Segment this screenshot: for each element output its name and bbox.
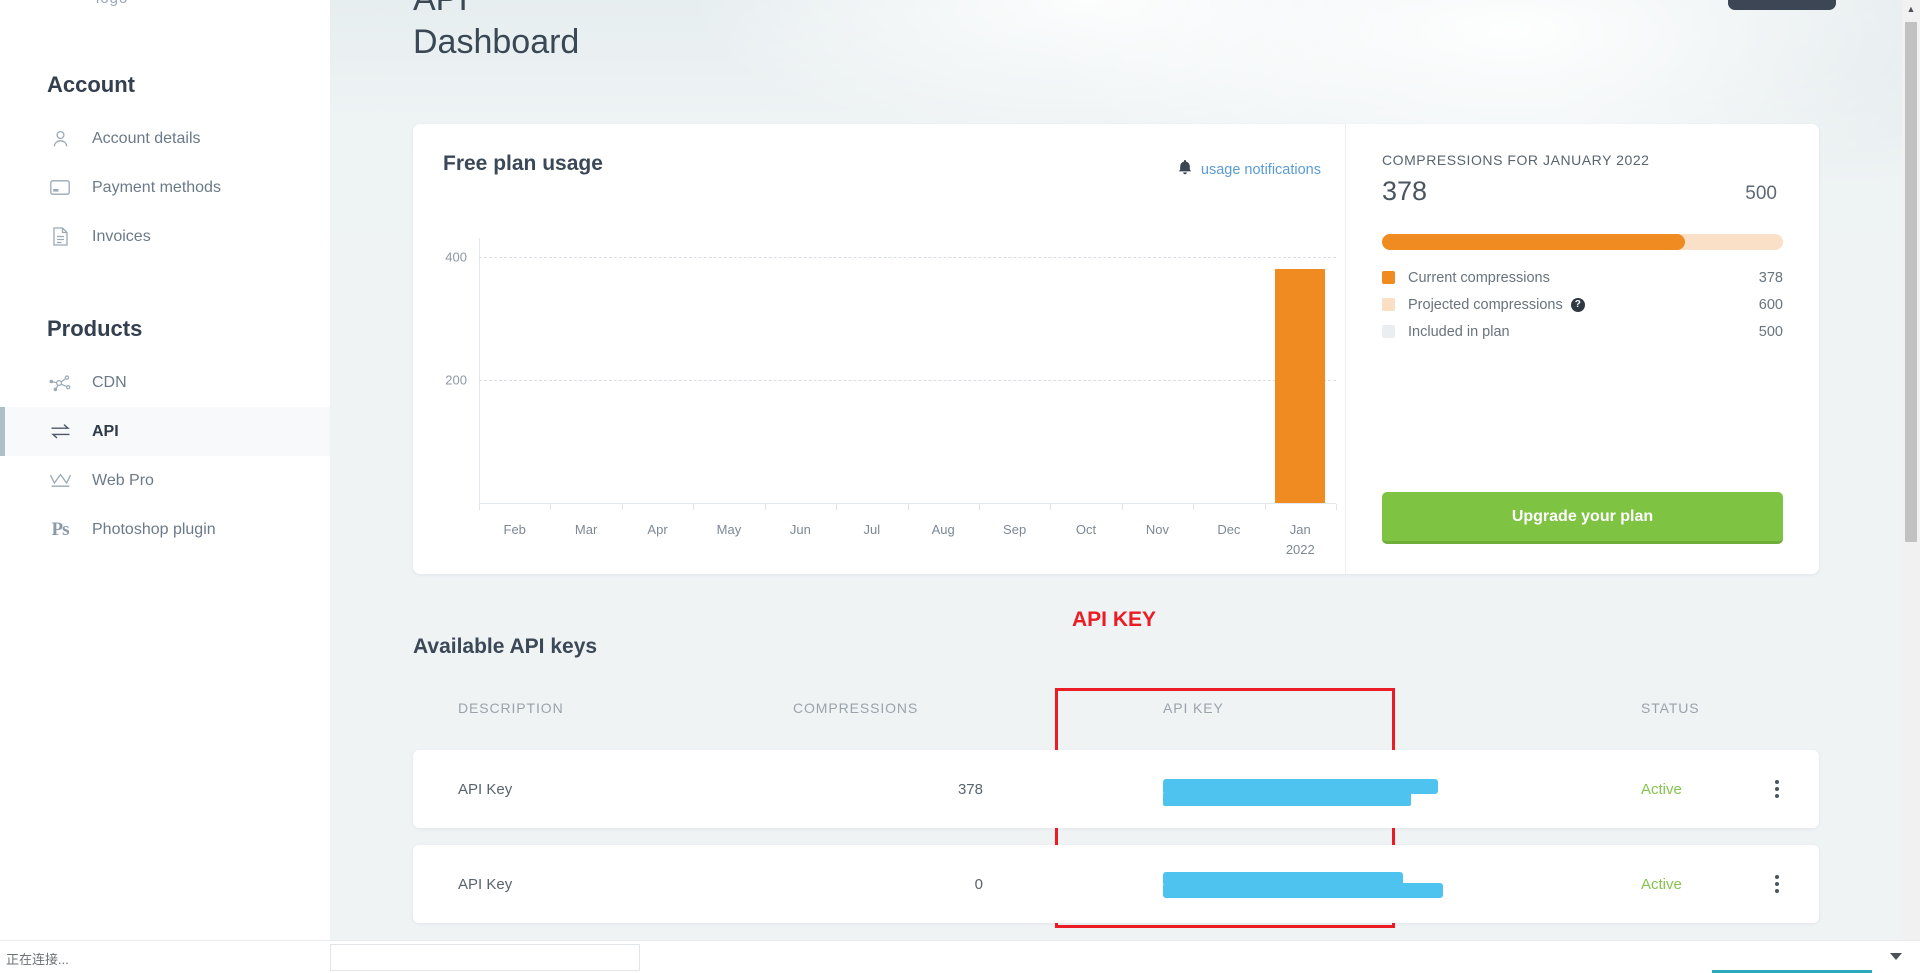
row-compressions: 0	[974, 875, 983, 893]
column-header-compressions: COMPRESSIONS	[793, 700, 919, 716]
row-description: API Key	[458, 875, 513, 893]
usage-summary-column: COMPRESSIONS FOR JANUARY 2022 378 500 Cu…	[1345, 124, 1819, 574]
table-row[interactable]: API Key 378 Active	[413, 750, 1819, 828]
row-kebab-menu[interactable]	[1693, 780, 1819, 798]
table-row[interactable]: API Key 0 Active	[413, 845, 1819, 923]
x-tick-label: Nov	[1145, 522, 1170, 537]
x-tick-label: Aug	[931, 522, 955, 537]
document-icon	[47, 226, 73, 248]
x-tick-label: Dec	[1217, 522, 1241, 537]
free-plan-usage-card: Free plan usage usage notifications 200 …	[413, 124, 1819, 574]
page-title: API Dashboard	[413, 0, 580, 61]
column-header-status: STATUS	[1641, 700, 1700, 716]
legend-row: Projected compressions? 600	[1382, 291, 1783, 318]
sidebar-item-label: API	[92, 422, 119, 440]
sidebar-item-label: Account details	[92, 129, 201, 147]
usage-progress-track	[1382, 234, 1783, 250]
sidebar-item-label: Payment methods	[92, 178, 221, 196]
kebab-menu-icon	[1775, 875, 1779, 893]
summary-used-value: 378	[1382, 176, 1428, 206]
legend-label: Included in plan	[1408, 323, 1510, 340]
transfer-icon	[47, 421, 73, 443]
x-tick-label: Feb	[503, 522, 526, 537]
legend-label: Current compressions	[1408, 269, 1550, 286]
taskbar-field[interactable]	[330, 944, 640, 971]
sidebar-item-photoshop-plugin[interactable]: Ps Photoshop plugin	[0, 505, 330, 554]
sidebar-item-cdn[interactable]: CDN	[0, 358, 330, 407]
sidebar-logo: logo	[96, 0, 128, 7]
api-keys-heading: Available API keys	[413, 635, 598, 658]
column-header-description: DESCRIPTION	[458, 700, 564, 716]
legend-value: 378	[1758, 269, 1783, 286]
bell-icon	[1178, 160, 1192, 179]
card-heading: Free plan usage	[443, 152, 603, 175]
status-text: 正在连接...	[6, 952, 69, 967]
sidebar-item-web-pro[interactable]: Web Pro	[0, 456, 330, 505]
x-tick-label: Mar	[574, 522, 598, 537]
sidebar-item-label: Web Pro	[92, 471, 154, 489]
x-tick-label: Sep	[1003, 522, 1027, 537]
network-icon	[47, 372, 73, 394]
usage-notifications-link[interactable]: usage notifications	[1178, 160, 1321, 179]
sidebar-item-account-details[interactable]: Account details	[0, 114, 330, 163]
credit-card-icon	[47, 177, 73, 199]
redaction-overlay	[1163, 792, 1411, 806]
usage-legend: Current compressions 378 Projected compres…	[1382, 264, 1783, 345]
redaction-overlay	[1163, 883, 1443, 898]
usage-bar-chart: 200 400 Feb Mar Apr May Jun Jul Aug Sep Oct Nov Dec…	[413, 224, 1345, 557]
legend-value: 500	[1758, 323, 1783, 340]
sidebar-item-invoices[interactable]: Invoices	[0, 212, 330, 261]
legend-swatch	[1382, 325, 1395, 338]
sidebar-item-payment-methods[interactable]: Payment methods	[0, 163, 330, 212]
upgrade-plan-button[interactable]: Upgrade your plan	[1382, 492, 1783, 544]
chevron-down-icon[interactable]	[1890, 953, 1902, 960]
scrollbar-thumb[interactable]	[1905, 22, 1917, 542]
legend-swatch	[1382, 271, 1395, 284]
sidebar-section-account: Account Account details Payment methods …	[0, 72, 330, 261]
sidebar-section-products: Products CDN API Web Pro Ps Photoshop pl…	[0, 316, 330, 554]
legend-value: 600	[1758, 296, 1783, 313]
legend-label: Projected compressions?	[1408, 297, 1759, 313]
photoshop-icon: Ps	[51, 518, 70, 540]
chart-x-tick-labels: Feb Mar Apr May Jun Jul Aug Sep Oct Nov Dec Jan 202…	[413, 224, 1345, 557]
sidebar-item-label: CDN	[92, 373, 127, 391]
x-tick-label: Jul	[863, 522, 881, 537]
legend-row: Current compressions 378	[1382, 264, 1783, 291]
legend-swatch	[1382, 298, 1395, 311]
browser-taskbar: 正在连接...	[0, 940, 1920, 973]
usage-notifications-label: usage notifications	[1200, 161, 1321, 178]
sidebar-item-label: Invoices	[92, 227, 151, 245]
sidebar-section-title-products: Products	[47, 316, 143, 341]
row-kebab-menu[interactable]	[1693, 875, 1819, 893]
row-status: Active	[1641, 875, 1682, 893]
column-header-api-key: API KEY	[1163, 700, 1224, 716]
summary-title: COMPRESSIONS FOR JANUARY 2022	[1382, 152, 1650, 168]
row-description: API Key	[458, 780, 513, 798]
main-content: API Dashboard Free plan usage usage noti…	[330, 0, 1902, 958]
x-tick-label: Apr	[647, 522, 668, 537]
x-tick-label: Jan 2022	[1285, 522, 1315, 558]
sidebar-item-api[interactable]: API	[0, 407, 330, 456]
api-keys-table-header: DESCRIPTION COMPRESSIONS API KEY STATUS	[413, 700, 1819, 716]
usage-progress-fill	[1382, 234, 1686, 250]
row-compressions: 378	[957, 780, 983, 798]
x-tick-label: Oct	[1075, 522, 1097, 537]
x-tick-label: Jun	[789, 522, 811, 537]
x-tick-label: May	[716, 522, 742, 537]
vertical-scrollbar[interactable]: ▲ ▼	[1902, 0, 1920, 958]
user-icon	[47, 128, 73, 150]
sidebar: logo Account Account details	[0, 0, 330, 958]
row-status: Active	[1641, 780, 1682, 798]
scroll-up-icon[interactable]: ▲	[1902, 0, 1920, 18]
sidebar-section-title-account: Account	[47, 72, 135, 97]
sidebar-item-label: Photoshop plugin	[92, 520, 216, 538]
crown-icon	[47, 470, 73, 492]
legend-row: Included in plan 500	[1382, 318, 1783, 345]
usage-chart-column: Free plan usage usage notifications 200 …	[413, 124, 1345, 574]
help-icon[interactable]: ?	[1570, 297, 1585, 312]
kebab-menu-icon	[1775, 780, 1779, 798]
summary-total-value: 500	[1745, 183, 1777, 204]
